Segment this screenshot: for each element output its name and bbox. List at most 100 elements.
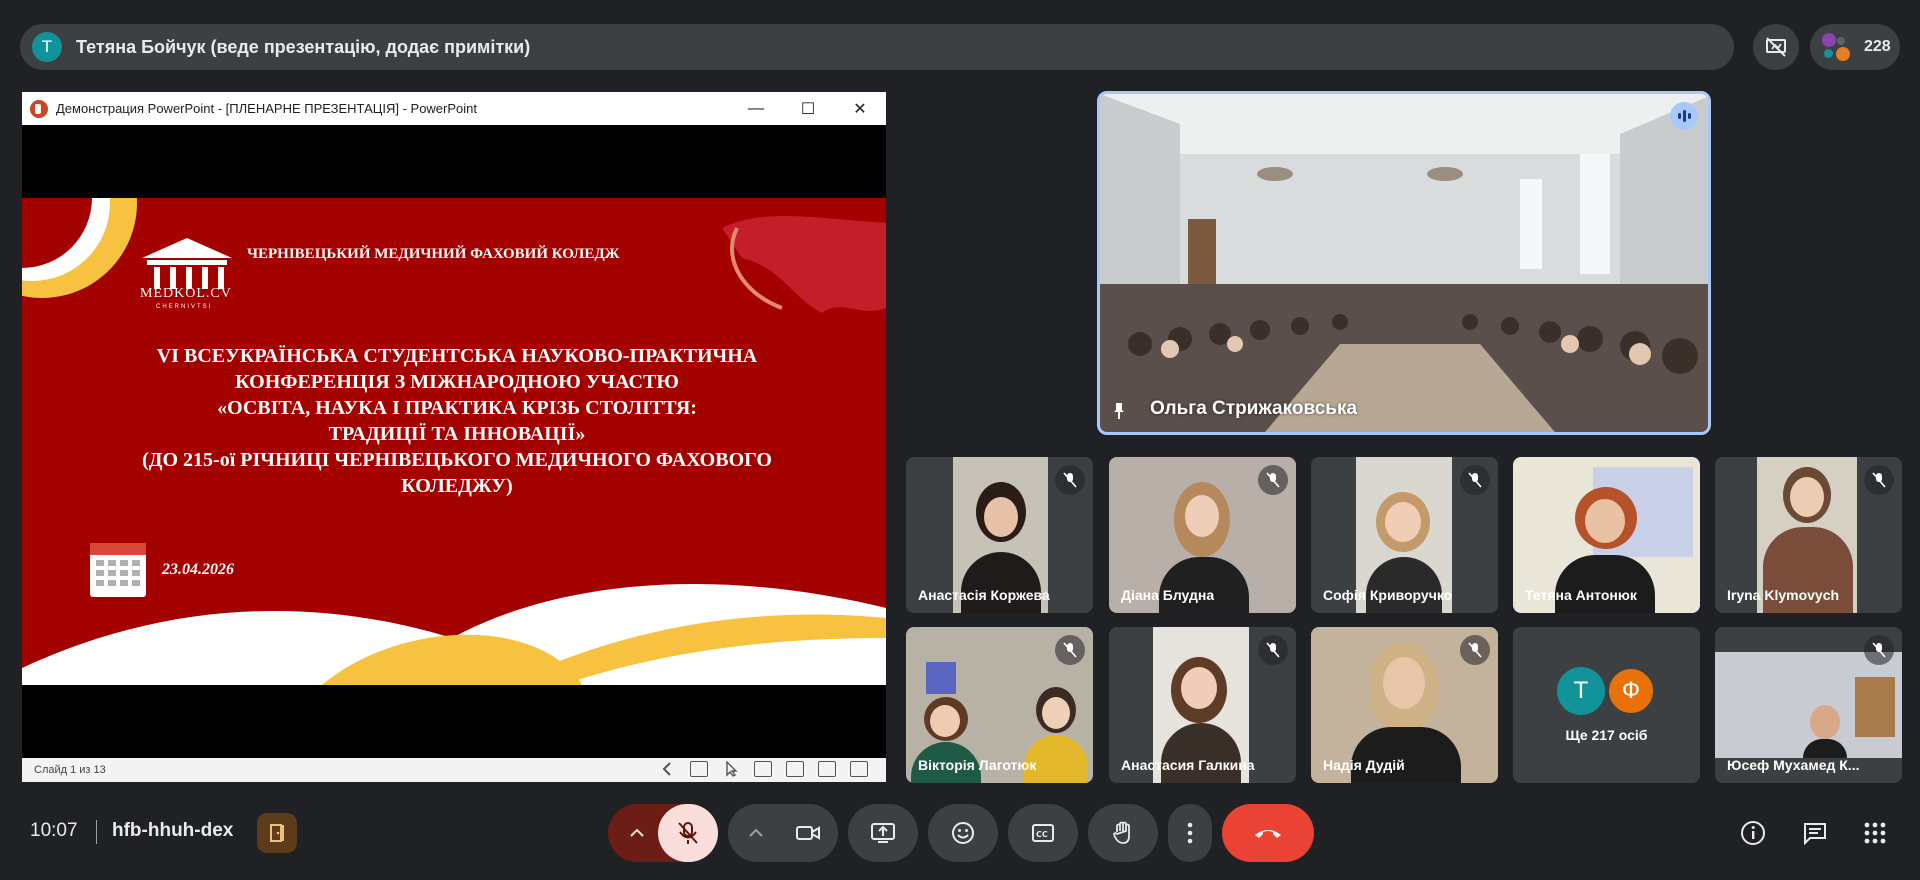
activities-button[interactable] xyxy=(1855,813,1895,853)
apps-grid-icon xyxy=(1864,822,1886,844)
participant-tile[interactable]: Надія Дудій xyxy=(1311,627,1498,783)
presenter-bar[interactable]: Т Тетяна Бойчук (веде презентацію, додає… xyxy=(20,24,1734,70)
title-line: ТРАДИЦІЇ ТА ІННОВАЦІЇ» xyxy=(328,423,586,445)
title-line: (ДО 215-ої РІЧНИЦІ ЧЕРНІВЕЦЬКОГО МЕДИЧНО… xyxy=(142,449,772,471)
title-line: VI ВСЕУКРАЇНСЬКА СТУДЕНТСЬКА НАУКОВО-ПРА… xyxy=(156,345,758,367)
participant-name: Iryna Klymovych xyxy=(1727,587,1840,603)
meeting-controls-bar: 10:07 hfb-hhuh-dex CC xyxy=(0,800,1920,864)
maximize-icon[interactable]: ☐ xyxy=(782,92,834,125)
participant-name: Діана Блудна xyxy=(1121,587,1215,603)
camera-options-button[interactable] xyxy=(730,804,782,862)
microphone-toggle-button[interactable] xyxy=(658,804,718,862)
mic-options-button[interactable] xyxy=(610,804,664,862)
ppt-status-bar: Слайд 1 из 13 xyxy=(22,758,886,782)
participant-tile[interactable]: Анастасія Коржева xyxy=(906,457,1093,613)
conference-date: 23.04.2026 xyxy=(162,561,234,578)
video-camera-icon xyxy=(796,826,820,840)
ppt-title-bar: Демонстрация PowerPoint - [ПЛЕНАРНЕ ПРЕЗ… xyxy=(22,92,886,125)
participant-avatar: Ф xyxy=(1607,667,1655,715)
title-line: «ОСВІТА, НАУКА І ПРАКТИКА КРІЗЬ СТОЛІТТЯ… xyxy=(217,397,697,419)
normal-view-icon[interactable] xyxy=(754,761,772,777)
minimize-icon[interactable]: — xyxy=(730,92,782,125)
participant-tile[interactable]: Тетяна Антонюк xyxy=(1513,457,1700,613)
powerpoint-icon xyxy=(30,99,48,118)
chevron-up-icon xyxy=(749,828,763,837)
pointer-icon[interactable] xyxy=(722,761,740,777)
door-icon xyxy=(270,824,284,842)
participant-name: Юсеф Мухамед К... xyxy=(1727,757,1860,773)
slideshow-icon[interactable] xyxy=(850,761,868,777)
raise-hand-button[interactable] xyxy=(1088,804,1158,862)
speaking-indicator-icon xyxy=(1670,102,1698,130)
ppt-window-title: Демонстрация PowerPoint - [ПЛЕНАРНЕ ПРЕЗ… xyxy=(56,101,477,116)
participant-tile[interactable]: Юсеф Мухамед К... xyxy=(1715,627,1902,783)
participant-name: Надія Дудій xyxy=(1323,757,1405,773)
reactions-button[interactable] xyxy=(928,804,998,862)
mic-off-icon xyxy=(1864,465,1894,495)
slide-sorter-icon[interactable] xyxy=(786,761,804,777)
more-participants-label: Ще 217 осіб xyxy=(1565,727,1648,743)
notes-icon[interactable] xyxy=(690,761,708,777)
svg-text:CC: CC xyxy=(1036,830,1048,839)
meeting-details-button[interactable] xyxy=(1733,813,1773,853)
conference-title: VI ВСЕУКРАЇНСЬКА СТУДЕНТСЬКА НАУКОВО-ПРА… xyxy=(112,343,802,499)
participant-count: 228 xyxy=(1864,38,1891,55)
college-logo-text: MEDKOL.CV xyxy=(140,286,232,301)
participant-mini-avatars xyxy=(1820,31,1856,63)
hand-icon xyxy=(1113,821,1130,844)
chevron-up-icon xyxy=(630,828,644,837)
mic-off-icon xyxy=(1055,635,1085,665)
participant-name: Тетяна Антонюк xyxy=(1525,587,1637,603)
mic-off-icon xyxy=(1460,465,1490,495)
pin-icon xyxy=(1112,402,1126,420)
chat-icon xyxy=(1804,823,1826,845)
participant-name: Анастасия Галкина xyxy=(1121,757,1255,773)
chat-button[interactable] xyxy=(1795,813,1835,853)
present-screen-button[interactable] xyxy=(848,804,918,862)
presenter-avatar: Т xyxy=(32,32,62,62)
participant-tile[interactable]: Анастасия Галкина xyxy=(1109,627,1296,783)
camera-toggle-button[interactable] xyxy=(778,804,838,862)
active-speaker-tile[interactable]: Ольга Стрижаковська xyxy=(1097,91,1711,435)
reading-view-icon[interactable] xyxy=(818,761,836,777)
emoji-icon xyxy=(952,822,974,844)
participant-tile[interactable]: Iryna Klymovych xyxy=(1715,457,1902,613)
leave-call-button[interactable] xyxy=(1222,804,1314,862)
info-icon xyxy=(1741,821,1765,845)
host-controls-button[interactable] xyxy=(257,813,297,853)
mic-off-icon xyxy=(1460,635,1490,665)
speaker-name: Ольга Стрижаковська xyxy=(1150,398,1358,419)
participant-avatar: Т xyxy=(1557,667,1605,715)
more-vert-icon xyxy=(1187,822,1193,844)
mic-off-icon xyxy=(1055,465,1085,495)
slide-canvas: MEDKOL.CV CHERNIVTSI ЧЕРНІВЕЦЬКИЙ МЕДИЧН… xyxy=(22,198,886,685)
no-present-icon xyxy=(1766,37,1786,57)
meeting-code: hfb-hhuh-dex xyxy=(112,820,234,841)
mic-off-icon xyxy=(1864,635,1894,665)
present-icon xyxy=(871,823,895,843)
college-name: ЧЕРНІВЕЦЬКИЙ МЕДИЧНИЙ ФАХОВИЙ КОЛЕДЖ xyxy=(247,246,620,262)
close-icon[interactable]: ✕ xyxy=(834,92,886,125)
captions-icon: CC xyxy=(1032,824,1054,842)
mic-off-icon xyxy=(678,822,698,844)
clock: 10:07 xyxy=(30,820,78,841)
participant-tile[interactable]: Вікторія Лаготюк xyxy=(906,627,1093,783)
powerpoint-window: Демонстрация PowerPoint - [ПЛЕНАРНЕ ПРЕЗ… xyxy=(22,92,886,782)
prev-slide-icon[interactable] xyxy=(658,761,676,777)
more-options-button[interactable] xyxy=(1168,804,1212,862)
slide-counter: Слайд 1 из 13 xyxy=(34,764,106,776)
more-participants-tile[interactable]: Т Ф Ще 217 осіб xyxy=(1513,627,1700,783)
captions-button[interactable]: CC xyxy=(1008,804,1078,862)
participant-name: Вікторія Лаготюк xyxy=(918,757,1037,773)
mic-off-icon xyxy=(1258,465,1288,495)
participant-tile[interactable]: Софія Криворучко xyxy=(1311,457,1498,613)
participants-button[interactable]: 228 xyxy=(1810,24,1900,70)
speaker-video xyxy=(1100,94,1708,432)
hide-presentation-button[interactable] xyxy=(1753,24,1799,70)
participant-tile[interactable]: Діана Блудна xyxy=(1109,457,1296,613)
divider xyxy=(96,820,97,844)
participant-name: Софія Криворучко xyxy=(1323,587,1453,603)
participant-name: Анастасія Коржева xyxy=(918,587,1050,603)
mic-off-icon xyxy=(1258,635,1288,665)
presenter-status-text: Тетяна Бойчук (веде презентацію, додає п… xyxy=(76,36,531,57)
